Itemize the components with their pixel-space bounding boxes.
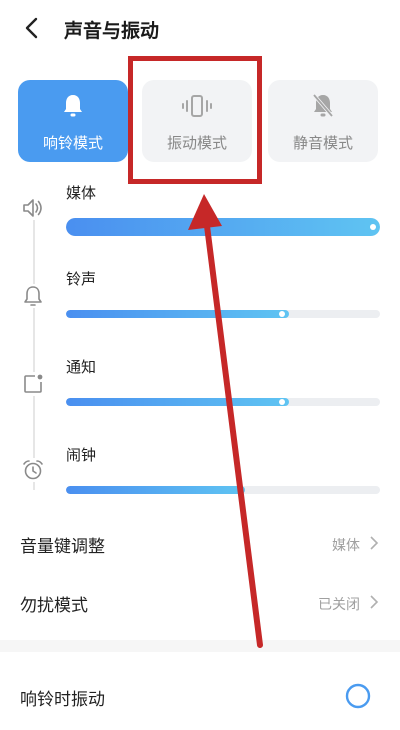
media-slider-knob[interactable] xyxy=(370,224,376,230)
notification-volume-slider[interactable] xyxy=(66,398,380,406)
bell-outline-icon xyxy=(21,284,45,308)
header: 声音与振动 xyxy=(0,0,400,56)
alarm-volume-slider[interactable] xyxy=(66,486,380,494)
volume-key-label: 音量键调整 xyxy=(20,537,105,557)
vibrate-on-ring-label: 响铃时振动 xyxy=(20,690,105,710)
alarm-label: 闹钟 xyxy=(66,446,97,464)
annotation-highlight-box xyxy=(128,56,262,184)
back-arrow-icon[interactable] xyxy=(18,14,46,42)
dnd-label: 勿扰模式 xyxy=(20,596,88,616)
media-label: 媒体 xyxy=(66,184,97,202)
mode-ring-label: 响铃模式 xyxy=(42,134,103,152)
notification-icon xyxy=(21,372,45,396)
notification-label: 通知 xyxy=(66,358,97,376)
volume-key-value[interactable]: 媒体 xyxy=(332,535,360,555)
bell-icon xyxy=(64,95,82,117)
bell-off-icon xyxy=(312,93,334,118)
alarm-clock-icon xyxy=(21,458,45,482)
speaker-icon xyxy=(21,196,45,220)
chevron-right-icon[interactable] xyxy=(368,595,380,609)
page-title: 声音与振动 xyxy=(64,20,160,42)
volume-guide-line xyxy=(33,200,35,490)
dnd-value[interactable]: 已关闭 xyxy=(318,594,360,614)
ringtone-label: 铃声 xyxy=(66,270,97,288)
ringtone-volume-slider[interactable] xyxy=(66,310,380,318)
section-divider xyxy=(0,640,400,652)
notification-slider-knob[interactable] xyxy=(278,399,285,405)
media-volume-slider[interactable] xyxy=(66,218,380,236)
ringtone-slider-knob[interactable] xyxy=(278,311,285,317)
mode-silent-label: 静音模式 xyxy=(292,134,353,152)
chevron-right-icon[interactable] xyxy=(368,536,380,550)
mode-silent-button[interactable]: 静音模式 xyxy=(268,80,378,162)
vibrate-on-ring-toggle[interactable] xyxy=(340,682,372,710)
mode-ring-button[interactable]: 响铃模式 xyxy=(18,80,128,162)
